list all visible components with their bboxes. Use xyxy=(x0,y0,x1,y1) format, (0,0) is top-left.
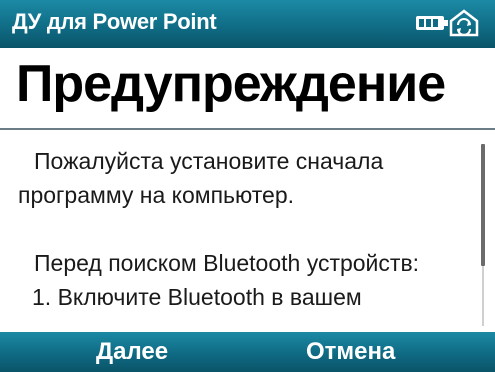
scroll-track[interactable] xyxy=(482,266,484,326)
scroll-thumb[interactable] xyxy=(481,144,485,266)
page-title: Предупреждение xyxy=(16,55,446,113)
app-title: ДУ для Power Point xyxy=(12,9,217,34)
title-bar: ДУ для Power Point xyxy=(0,0,495,48)
pocketpc-screen: ДУ для Power Point Предупреждение Пожалу… xyxy=(0,0,495,372)
message-line: программу на компьютер. xyxy=(18,182,295,208)
message-line: Перед поиском Bluetooth устройств: xyxy=(34,250,420,276)
vertical-scrollbar[interactable] xyxy=(470,130,495,332)
page-header: Предупреждение xyxy=(0,48,495,130)
cancel-softkey[interactable]: Отмена xyxy=(306,338,395,366)
softkey-bar: Далее Отмена xyxy=(0,332,495,372)
message-line: 1. Включите Bluetooth в вашем xyxy=(32,284,362,310)
sync-icon[interactable] xyxy=(447,7,481,37)
message-body: Пожалуйста установите сначала программу … xyxy=(0,130,470,332)
battery-icon[interactable] xyxy=(415,13,449,33)
status-icons xyxy=(415,7,485,41)
message-line: Пожалуйста установите сначала xyxy=(34,148,384,174)
next-softkey[interactable]: Далее xyxy=(96,338,168,366)
